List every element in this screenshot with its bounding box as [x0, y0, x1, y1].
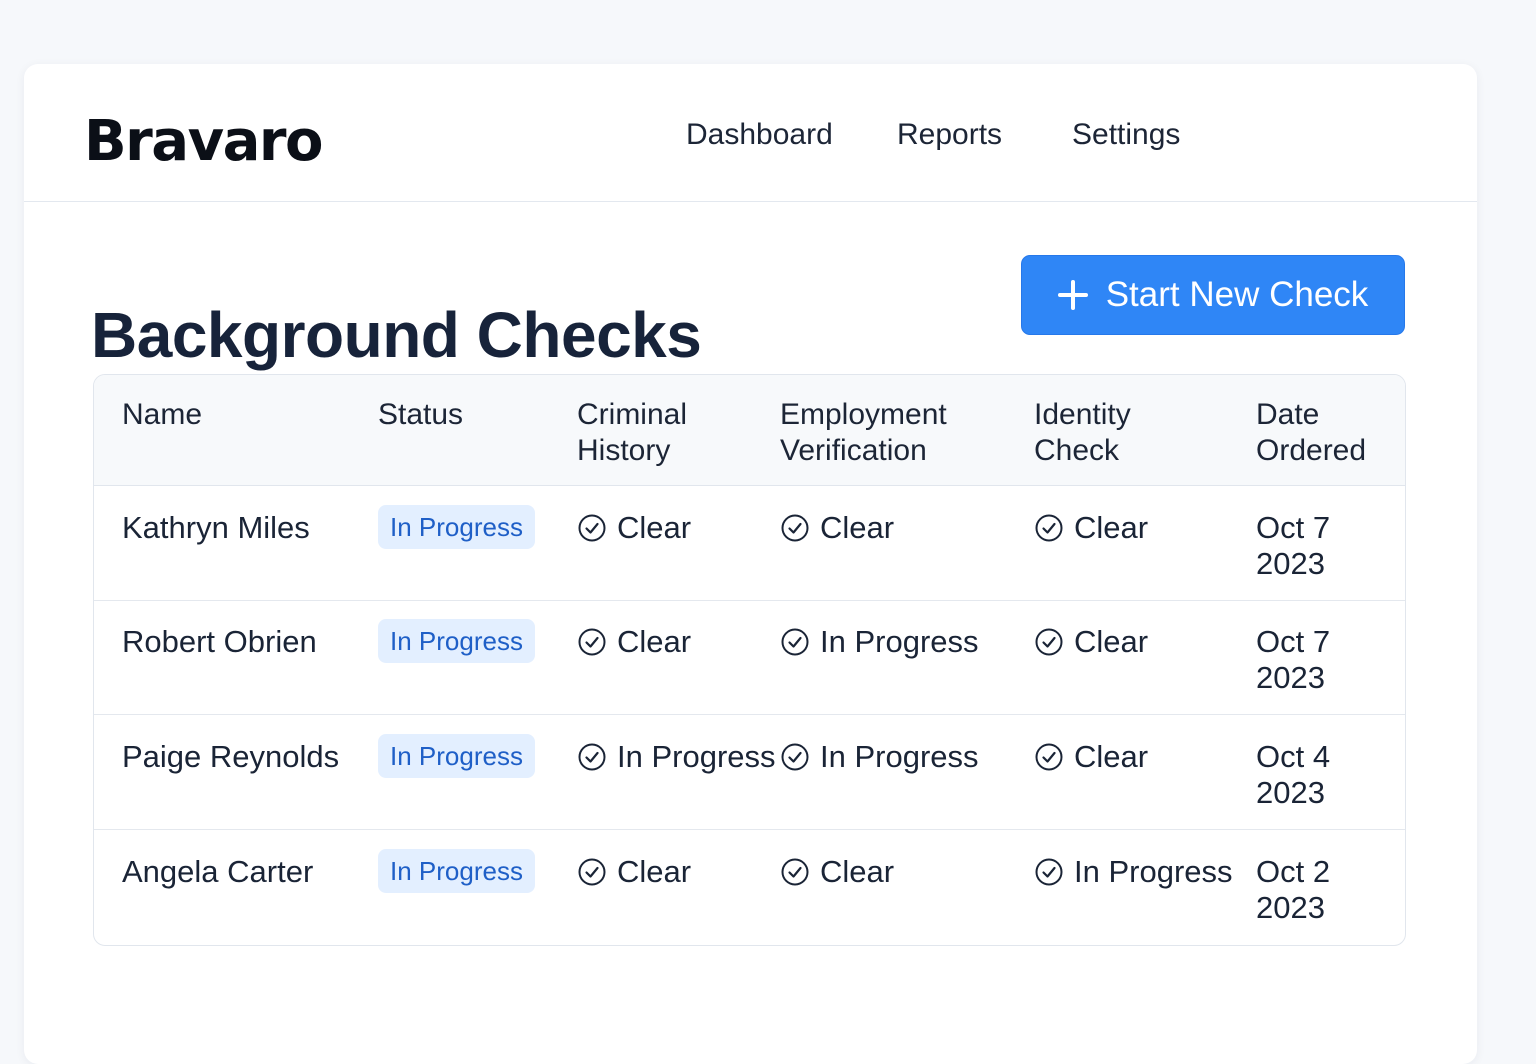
start-new-check-label: Start New Check: [1105, 275, 1369, 314]
criminal-history-result: Clear: [577, 854, 691, 895]
identity-check-result: Clear: [1034, 624, 1148, 665]
check-result-label: In Progress: [820, 624, 979, 659]
status-cell: In Progress: [378, 619, 535, 663]
check-result-label: Clear: [617, 854, 692, 889]
table-header: Name Status Criminal History Employment …: [94, 375, 1405, 486]
check-result-label: In Progress: [1074, 854, 1233, 889]
check-result-label: Clear: [1074, 510, 1149, 545]
employment-verification-result: In Progress: [780, 739, 979, 780]
app-card: Bravaro Dashboard Reports Settings Backg…: [24, 64, 1477, 1064]
criminal-history-result: Clear: [577, 510, 691, 551]
check-circle-icon: [1034, 742, 1064, 772]
employment-verification-result: Clear: [780, 510, 894, 551]
applicant-name: Angela Carter: [122, 854, 314, 889]
table-row[interactable]: Angela Carter In Progress Clear Clear In Pro…: [94, 830, 1405, 944]
date-ordered: Oct 2 2023: [1256, 854, 1331, 925]
check-circle-icon: [577, 513, 607, 543]
plus-icon: [1057, 280, 1088, 310]
check-result: Clear: [577, 510, 691, 546]
check-circle-icon: [780, 857, 810, 887]
column-header-name[interactable]: Name: [122, 397, 202, 433]
date-ordered: Oct 7 2023: [1256, 624, 1331, 695]
check-result-label: In Progress: [617, 739, 776, 774]
start-new-check-button[interactable]: Start New Check: [1021, 255, 1405, 335]
criminal-history-result: Clear: [577, 624, 691, 665]
nav-dashboard[interactable]: Dashboard: [686, 120, 833, 150]
nav-reports[interactable]: Reports: [897, 120, 1002, 150]
status-cell: In Progress: [378, 505, 535, 549]
identity-check-result: Clear: [1034, 739, 1148, 780]
check-circle-icon: [780, 513, 810, 543]
status-cell: In Progress: [378, 734, 535, 778]
column-header-date-ordered[interactable]: Date Ordered: [1256, 397, 1366, 469]
check-result: In Progress: [780, 739, 979, 775]
employment-verification-result: Clear: [780, 854, 894, 895]
table-row[interactable]: Kathryn Miles In Progress Clear Clear Clear O…: [94, 486, 1405, 601]
page-title: Background Checks: [91, 298, 702, 371]
check-result-label: In Progress: [820, 739, 979, 774]
check-circle-icon: [577, 627, 607, 657]
background-checks-table: Name Status Criminal History Employment …: [93, 374, 1406, 946]
check-result: Clear: [577, 624, 691, 660]
column-header-status[interactable]: Status: [378, 397, 463, 433]
status-badge: In Progress: [378, 505, 535, 549]
status-badge: In Progress: [378, 734, 535, 778]
check-result: Clear: [1034, 624, 1148, 660]
check-circle-icon: [1034, 857, 1064, 887]
column-header-employment-verification[interactable]: Employment Verification: [780, 397, 947, 469]
status-badge: In Progress: [378, 849, 535, 893]
criminal-history-result: In Progress: [577, 739, 776, 780]
date-ordered: Oct 7 2023: [1256, 510, 1331, 581]
check-circle-icon: [1034, 627, 1064, 657]
check-result: In Progress: [577, 739, 776, 775]
status-cell: In Progress: [378, 849, 535, 893]
check-result-label: Clear: [820, 854, 895, 889]
identity-check-result: Clear: [1034, 510, 1148, 551]
check-result-label: Clear: [1074, 739, 1149, 774]
identity-check-result: In Progress: [1034, 854, 1233, 895]
applicant-name: Kathryn Miles: [122, 510, 310, 545]
check-result-label: Clear: [617, 510, 692, 545]
applicant-name: Robert Obrien: [122, 624, 317, 659]
check-result-label: Clear: [1074, 624, 1149, 659]
check-circle-icon: [780, 627, 810, 657]
check-circle-icon: [780, 742, 810, 772]
top-navigation-bar: Bravaro Dashboard Reports Settings: [24, 64, 1477, 202]
date-ordered: Oct 4 2023: [1256, 739, 1331, 810]
table-row[interactable]: Robert Obrien In Progress Clear In Progress…: [94, 600, 1405, 715]
employment-verification-result: In Progress: [780, 624, 979, 665]
check-circle-icon: [1034, 513, 1064, 543]
check-result: Clear: [780, 854, 894, 890]
check-result: Clear: [780, 510, 894, 546]
status-badge: In Progress: [378, 619, 535, 663]
table-row[interactable]: Paige Reynolds In Progress In Progress In P…: [94, 715, 1405, 830]
column-header-criminal-history[interactable]: Criminal History: [577, 397, 687, 469]
check-circle-icon: [577, 742, 607, 772]
check-result-label: Clear: [617, 624, 692, 659]
check-result: Clear: [1034, 739, 1148, 775]
check-circle-icon: [577, 857, 607, 887]
check-result: Clear: [1034, 510, 1148, 546]
check-result: In Progress: [780, 624, 979, 660]
applicant-name: Paige Reynolds: [122, 739, 340, 774]
check-result: In Progress: [1034, 854, 1233, 890]
app-logo[interactable]: Bravaro: [84, 114, 323, 170]
check-result-label: Clear: [820, 510, 895, 545]
nav-settings[interactable]: Settings: [1072, 120, 1180, 150]
column-header-identity-check[interactable]: Identity Check: [1034, 397, 1131, 469]
check-result: Clear: [577, 854, 691, 890]
